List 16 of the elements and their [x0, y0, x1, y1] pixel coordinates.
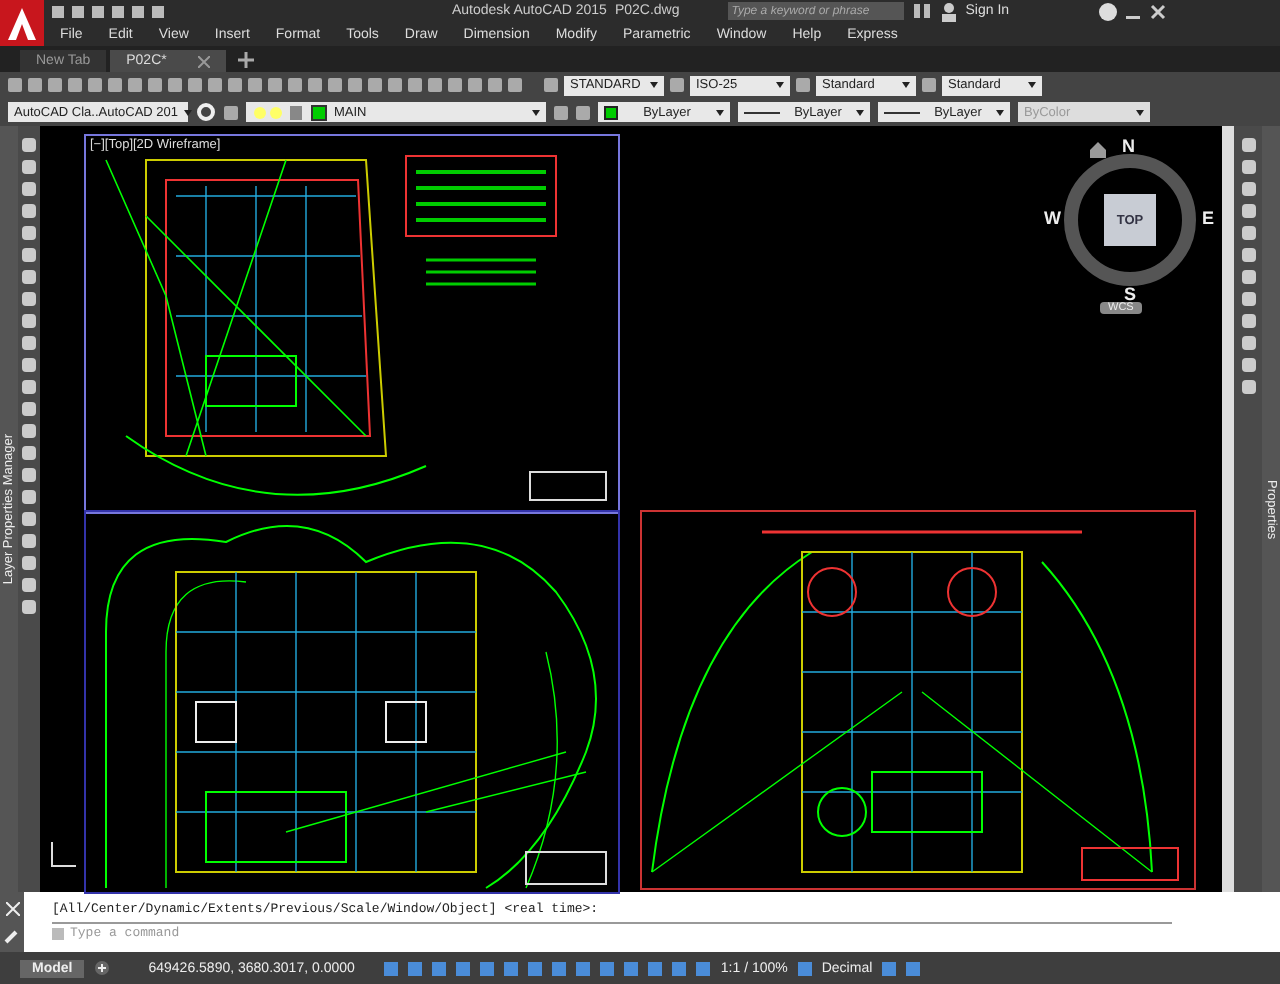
app-menu-button[interactable] [0, 0, 44, 46]
user-icon[interactable] [939, 1, 958, 21]
compass-letter[interactable]: S [1124, 284, 1137, 304]
compass-letter[interactable]: W [1044, 208, 1061, 228]
compass-letter[interactable]: E [1201, 208, 1214, 228]
vertical-scrollbar[interactable] [1222, 126, 1234, 892]
letter-a-logo-icon [4, 5, 40, 41]
command-icon[interactable] [52, 927, 64, 939]
add-layout-icon[interactable] [94, 960, 111, 976]
add-tab-icon[interactable] [238, 52, 255, 68]
status-toggle-icon[interactable] [797, 961, 812, 975]
layer-state-icon [252, 103, 328, 121]
close-icon[interactable] [1149, 3, 1166, 19]
compass-letter[interactable]: N [1122, 136, 1135, 156]
ucs-axes-icon [48, 842, 76, 870]
home-icon[interactable] [1090, 142, 1106, 158]
